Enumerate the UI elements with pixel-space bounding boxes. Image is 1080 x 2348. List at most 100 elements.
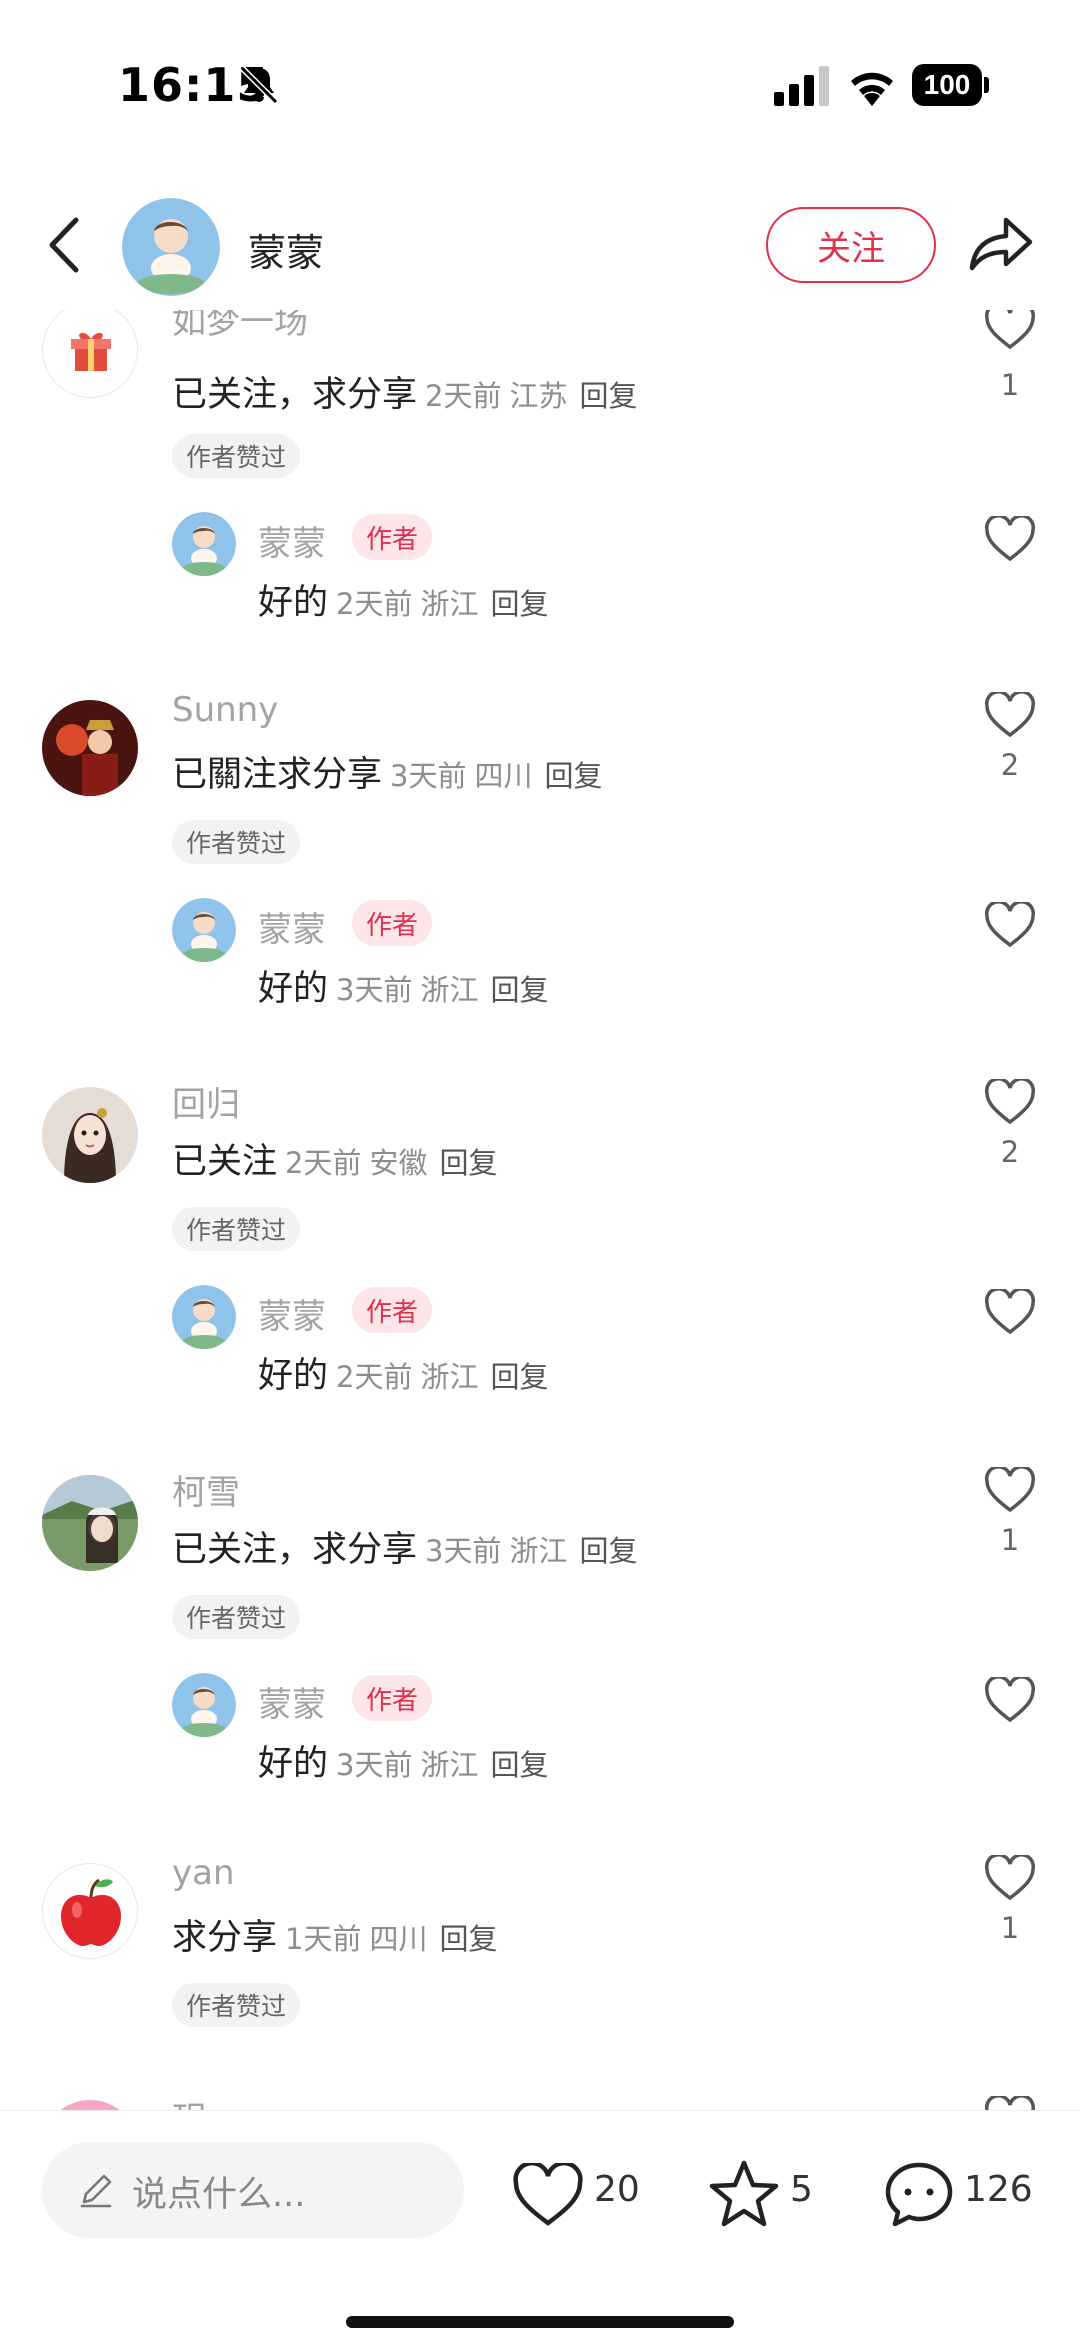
avatar[interactable] (42, 310, 138, 398)
avatar[interactable] (42, 1087, 138, 1183)
reply-button[interactable]: 回复 (439, 1146, 497, 1180)
battery-indicator: 100 (912, 64, 989, 106)
comment-user[interactable]: 回归 (172, 1077, 240, 1126)
liked-by-author-tag: 作者赞过 (172, 1207, 301, 1251)
reply-text-line: 好的 2天前 浙江 回复 (258, 574, 549, 625)
heart-icon[interactable] (984, 1677, 1036, 1723)
heart-icon[interactable] (984, 692, 1036, 738)
heart-icon[interactable] (984, 516, 1036, 562)
heart-icon[interactable] (984, 1467, 1036, 1513)
avatar[interactable] (42, 1475, 138, 1571)
heart-icon[interactable] (984, 1855, 1036, 1901)
reply-user[interactable]: 蒙蒙 (258, 902, 326, 951)
author-tag: 作者 (352, 900, 433, 946)
liked-by-author-tag: 作者赞过 (172, 434, 301, 478)
comment-user[interactable]: yan (172, 1853, 235, 1893)
reply-button[interactable]: 回复 (490, 973, 548, 1007)
comment-input[interactable]: 说点什么... (42, 2142, 464, 2238)
comment-count: 126 (964, 2169, 1033, 2210)
reply-button[interactable]: 回复 (490, 587, 548, 621)
input-placeholder: 说点什么... (132, 2175, 306, 2215)
avatar[interactable] (42, 1863, 138, 1959)
reply-button[interactable]: 回复 (490, 1748, 548, 1782)
comment-location: 四川 (474, 759, 533, 793)
comment-time: 1天前 (285, 1922, 362, 1956)
reply-user[interactable]: 蒙蒙 (258, 1289, 326, 1338)
reply-button[interactable]: 回复 (579, 379, 637, 413)
reply-user[interactable]: 蒙蒙 (258, 516, 326, 565)
avatar[interactable] (42, 700, 138, 796)
apple-icon (61, 1878, 121, 1946)
reply-text: 好的 (258, 583, 329, 623)
like-count: 1 (1000, 1523, 1020, 1557)
liked-by-author-tag: 作者赞过 (172, 1983, 301, 2027)
author-name[interactable]: 蒙蒙 (248, 222, 324, 277)
reply-avatar[interactable] (172, 898, 236, 962)
reply-button[interactable]: 回复 (439, 1922, 497, 1956)
like-count-total: 20 (594, 2169, 640, 2210)
comment-user[interactable]: 如梦一场 (172, 310, 308, 343)
heart-icon[interactable] (984, 1289, 1036, 1335)
comment-text-line: 已关注，求分享 2天前 江苏 回复 (172, 366, 638, 417)
comment-text-line: 求分享 1天前 四川 回复 (172, 1909, 498, 1960)
bell-off-icon (239, 65, 279, 105)
comment-time: 2天前 (425, 379, 502, 413)
status-bar: 16:15 100 (0, 0, 1080, 180)
comment-bubble-icon[interactable] (884, 2161, 954, 2227)
comment-user[interactable]: 玥 (172, 2092, 206, 2110)
author-avatar[interactable] (122, 198, 220, 296)
comment-text: 已关注 (172, 1142, 278, 1182)
comment-location: 浙江 (509, 1534, 568, 1568)
like-count: 2 (1000, 748, 1020, 782)
comment-location: 四川 (369, 1922, 428, 1956)
reply-location: 浙江 (420, 1360, 479, 1394)
battery-level: 100 (912, 64, 982, 106)
signal-icon (774, 66, 829, 106)
reply-text: 好的 (258, 1356, 329, 1396)
like-heart-icon[interactable] (512, 2163, 584, 2227)
liked-by-author-tag: 作者赞过 (172, 1595, 301, 1639)
comment-text: 已關注求分享 (172, 755, 383, 795)
reply-time: 3天前 (336, 973, 413, 1007)
comment-time: 2天前 (285, 1146, 362, 1180)
reply-avatar[interactable] (172, 1673, 236, 1737)
avatar[interactable] (42, 2100, 138, 2110)
comment-text-line: 已关注 2天前 安徽 回复 (172, 1133, 498, 1184)
home-indicator[interactable] (346, 2316, 734, 2328)
heart-icon[interactable] (984, 1079, 1036, 1125)
comment-text: 已关注，求分享 (172, 1530, 418, 1570)
comment-user[interactable]: Sunny (172, 690, 278, 730)
reply-button[interactable]: 回复 (544, 759, 602, 793)
heart-icon[interactable] (984, 2096, 1036, 2110)
follow-button[interactable]: 关注 (766, 207, 936, 283)
comment-location: 江苏 (509, 379, 568, 413)
share-icon[interactable] (968, 214, 1034, 274)
reply-text: 好的 (258, 969, 329, 1009)
star-icon[interactable] (708, 2159, 780, 2229)
battery-nub (984, 77, 989, 93)
reply-location: 浙江 (420, 1748, 479, 1782)
reply-text: 好的 (258, 1744, 329, 1784)
comment-time: 3天前 (425, 1534, 502, 1568)
heart-icon[interactable] (984, 902, 1036, 948)
reply-avatar[interactable] (172, 512, 236, 576)
reply-text-line: 好的 3天前 浙江 回复 (258, 1735, 549, 1786)
reply-user[interactable]: 蒙蒙 (258, 1677, 326, 1726)
author-tag: 作者 (352, 514, 433, 560)
comment-text-line: 已关注，求分享 3天前 浙江 回复 (172, 1521, 638, 1572)
comment-location: 安徽 (369, 1146, 428, 1180)
reply-button[interactable]: 回复 (579, 1534, 637, 1568)
reply-time: 2天前 (336, 1360, 413, 1394)
pen-icon (80, 2174, 112, 2208)
reply-avatar[interactable] (172, 1285, 236, 1349)
comment-list[interactable]: 如梦一场 已关注，求分享 2天前 江苏 回复 1 作者赞过 蒙蒙 作者 好的 2天前 浙江… (0, 310, 1080, 2110)
comment-time: 3天前 (390, 759, 467, 793)
header: 蒙蒙 关注 (0, 180, 1080, 310)
heart-icon[interactable] (984, 310, 1036, 350)
reply-location: 浙江 (420, 587, 479, 621)
comment-user[interactable]: 柯雪 (172, 1465, 240, 1514)
reply-button[interactable]: 回复 (490, 1360, 548, 1394)
back-arrow-icon[interactable] (36, 214, 96, 276)
star-count: 5 (790, 2169, 813, 2210)
wifi-icon (851, 72, 893, 106)
